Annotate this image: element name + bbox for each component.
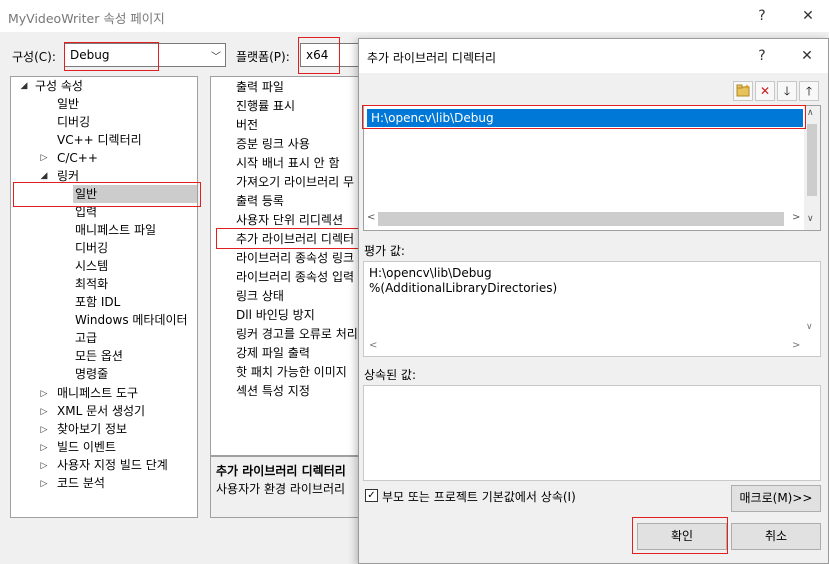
tree-item-linker[interactable]: 링커 — [57, 167, 79, 185]
inherit-checkbox-label: 부모 또는 프로젝트 기본값에서 상속(I) — [382, 490, 576, 504]
tree-item-general[interactable]: 일반 — [57, 95, 79, 113]
description-panel: 추가 라이브러리 디렉터리 사용자가 환경 라이브러리 — [210, 456, 360, 518]
description-text: 사용자가 환경 라이브러리 — [216, 482, 346, 496]
property-row[interactable]: 핫 패치 가능한 이미지 — [236, 363, 347, 382]
collapse-icon[interactable]: ◢ — [39, 171, 49, 181]
tree-item-linker-idl[interactable]: 포함 IDL — [75, 293, 120, 311]
collapse-icon[interactable]: ◢ — [19, 81, 29, 91]
evaluated-label: 평가 값: — [364, 244, 405, 258]
scroll-down-icon[interactable]: ∨ — [806, 322, 813, 332]
macro-button[interactable]: 매크로(M)>> — [731, 485, 821, 512]
scroll-left-icon[interactable]: < — [367, 212, 375, 223]
scroll-right-icon[interactable]: > — [792, 212, 800, 223]
platform-value: x64 — [306, 48, 329, 62]
new-folder-icon[interactable]: ✦ — [733, 81, 753, 101]
evaluated-line: %(AdditionalLibraryDirectories) — [369, 281, 558, 295]
property-row[interactable]: 추가 라이브러리 디렉터 — [236, 230, 354, 249]
property-tree: ◢ 구성 속성 일반 디버깅 VC++ 디렉터리 ▷ C/C++ ◢ 링커 일반… — [10, 76, 198, 518]
tree-item-root[interactable]: 구성 속성 — [35, 77, 83, 95]
dialog-close-button[interactable]: ✕ — [787, 40, 827, 72]
property-row[interactable]: 강제 파일 출력 — [236, 344, 310, 363]
property-row[interactable]: 링커 경고를 오류로 처리 — [236, 325, 358, 344]
dialog-title: 추가 라이브러리 디렉터리 — [367, 51, 497, 65]
vertical-scrollbar[interactable]: ∧ ∨ — [804, 105, 821, 231]
property-row[interactable]: 링크 상태 — [236, 287, 284, 306]
scroll-down-icon[interactable]: ∨ — [807, 214, 814, 224]
horizontal-scrollbar-thumb[interactable] — [378, 212, 784, 226]
move-down-icon[interactable]: 🡓 — [777, 81, 797, 101]
tree-item-linker-winmd[interactable]: Windows 메타데이터 — [75, 311, 188, 329]
tree-item-linker-optimization[interactable]: 최적화 — [75, 275, 108, 293]
delete-icon[interactable]: ✕ — [755, 81, 775, 101]
evaluated-value-box: H:\opencv\lib\Debug %(AdditionalLibraryD… — [363, 261, 821, 357]
move-up-icon[interactable]: 🡑 — [799, 81, 819, 101]
property-row[interactable]: 증분 링크 사용 — [236, 135, 310, 154]
expand-icon[interactable]: ▷ — [39, 153, 49, 163]
inherited-value-box — [363, 385, 821, 481]
directory-list-item[interactable]: H:\opencv\lib\Debug — [367, 109, 803, 127]
tree-item-linker-input[interactable]: 입력 — [75, 203, 97, 221]
tree-item-custom-build[interactable]: 사용자 지정 빌드 단계 — [57, 456, 168, 474]
config-combo[interactable]: Debug ﹀ — [64, 43, 226, 67]
expand-icon[interactable]: ▷ — [39, 425, 49, 435]
evaluated-line: H:\opencv\lib\Debug — [369, 266, 492, 280]
tree-item-manifest-tool[interactable]: 매니페스트 도구 — [57, 384, 138, 402]
scroll-up-icon[interactable]: ∧ — [807, 108, 814, 118]
config-value: Debug — [70, 48, 110, 62]
tree-item-build-events[interactable]: 빌드 이벤트 — [57, 438, 116, 456]
tree-item-xml-doc[interactable]: XML 문서 생성기 — [57, 402, 145, 420]
scroll-right-icon[interactable]: > — [792, 340, 800, 351]
chevron-down-icon: ﹀ — [211, 52, 221, 63]
tree-item-linker-advanced[interactable]: 고급 — [75, 329, 97, 347]
inherit-checkbox[interactable]: ✓ — [365, 489, 378, 502]
library-dirs-dialog: 추가 라이브러리 디렉터리 ? ✕ ✦ ✕ 🡓 🡑 H:\opencv\lib\… — [358, 38, 829, 564]
vertical-scrollbar-thumb[interactable] — [807, 124, 817, 196]
expand-icon[interactable]: ▷ — [39, 443, 49, 453]
tree-item-linker-debugging[interactable]: 디버깅 — [75, 239, 108, 257]
ok-button[interactable]: 확인 — [637, 523, 727, 550]
property-row[interactable]: Dll 바인딩 방지 — [236, 306, 315, 325]
property-grid: 출력 파일 진행률 표시 버전 증분 링크 사용 시작 배너 표시 안 함 가져… — [210, 76, 360, 456]
config-label: 구성(C): — [12, 50, 56, 64]
expand-icon[interactable]: ▷ — [39, 461, 49, 471]
property-row[interactable]: 라이브러리 종속성 입력 — [236, 268, 354, 287]
property-row[interactable]: 출력 등록 — [236, 192, 284, 211]
tree-item-vcpp-dirs[interactable]: VC++ 디렉터리 — [57, 131, 142, 149]
tree-item-browse-info[interactable]: 찾아보기 정보 — [57, 420, 127, 438]
expand-icon[interactable]: ▷ — [39, 389, 49, 399]
tree-item-cpp[interactable]: C/C++ — [57, 149, 98, 167]
dialog-help-button[interactable]: ? — [742, 40, 782, 72]
property-row[interactable]: 라이브러리 종속성 링크 — [236, 249, 354, 268]
svg-text:✦: ✦ — [744, 83, 750, 91]
expand-icon[interactable]: ▷ — [39, 479, 49, 489]
window-title: MyVideoWriter 속성 페이지 — [8, 11, 165, 26]
tree-item-linker-system[interactable]: 시스템 — [75, 257, 108, 275]
tree-item-code-analysis[interactable]: 코드 분석 — [57, 474, 105, 492]
tree-item-debugging[interactable]: 디버깅 — [57, 113, 90, 131]
description-title: 추가 라이브러리 디렉터리 — [216, 464, 346, 478]
inherited-label: 상속된 값: — [364, 368, 417, 382]
property-row[interactable]: 진행률 표시 — [236, 97, 295, 116]
help-button[interactable]: ? — [742, 0, 782, 32]
tree-item-linker-command-line[interactable]: 명령줄 — [75, 365, 108, 383]
expand-icon[interactable]: ▷ — [39, 407, 49, 417]
platform-combo[interactable]: x64 — [300, 43, 360, 67]
platform-label: 플랫폼(P): — [236, 50, 290, 64]
tree-item-linker-manifest[interactable]: 매니페스트 파일 — [75, 221, 156, 239]
tree-item-linker-all-options[interactable]: 모든 옵션 — [75, 347, 123, 365]
scroll-left-icon[interactable]: < — [369, 340, 377, 351]
property-row[interactable]: 버전 — [236, 116, 258, 135]
property-row[interactable]: 섹션 특성 지정 — [236, 382, 310, 401]
directory-list: H:\opencv\lib\Debug < > — [363, 105, 806, 231]
property-row[interactable]: 사용자 단위 리디렉션 — [236, 211, 343, 230]
property-row[interactable]: 가져오기 라이브러리 무 — [236, 173, 354, 192]
property-row[interactable]: 시작 배너 표시 안 함 — [236, 154, 340, 173]
property-row[interactable]: 출력 파일 — [236, 78, 284, 97]
tree-item-linker-general[interactable]: 일반 — [73, 185, 197, 203]
cancel-button[interactable]: 취소 — [731, 523, 821, 550]
close-button[interactable]: ✕ — [788, 0, 828, 32]
